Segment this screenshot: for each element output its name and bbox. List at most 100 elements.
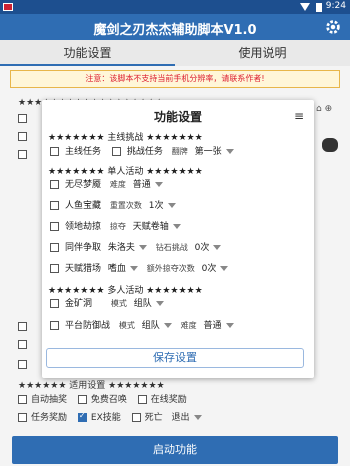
status-time: 9:24	[325, 1, 346, 11]
territory-label: 领地劫掠	[65, 222, 102, 232]
dropdown-arrow-icon	[225, 149, 234, 154]
background-row	[18, 150, 31, 160]
app-title: 魔剑之刃杰杰辅助脚本V1.0	[93, 23, 257, 38]
dropdown-arrow-icon	[155, 301, 164, 306]
diamond-select[interactable]: 0次	[191, 243, 222, 253]
tab-instructions[interactable]: 使用说明	[175, 40, 350, 66]
contest-row: 同伴争取 朱洛夫 钻石挑战 0次	[50, 241, 222, 255]
side-icons: ⌂ ⊕	[316, 104, 333, 114]
mode-select-value: 组队	[133, 299, 152, 309]
wujin-label: 无尽梦魇	[65, 180, 102, 190]
talent-checkbox[interactable]	[50, 264, 59, 273]
dialog-title: 功能设置	[153, 110, 202, 124]
warning-notice: 注意：该脚本不支持当前手机分辨率，请联系作者!	[10, 70, 340, 88]
background-row	[18, 340, 31, 350]
checkbox[interactable]	[18, 340, 27, 349]
difficulty-select[interactable]: 普通	[129, 180, 163, 190]
death-select[interactable]: 退出	[172, 413, 202, 423]
death-label: 死亡	[144, 413, 163, 423]
save-settings-button[interactable]: 保存设置	[46, 348, 304, 368]
dropdown-arrow-icon	[213, 245, 222, 250]
wujin-checkbox[interactable]	[50, 180, 59, 189]
flip-select-value: 第一张	[194, 147, 222, 157]
battery-icon	[316, 3, 322, 12]
auto-lottery-label: 自动抽奖	[31, 395, 68, 405]
status-bar: 9:24	[0, 0, 350, 14]
dropdown-arrow-icon	[167, 203, 176, 208]
challenge-task-checkbox[interactable]	[111, 147, 121, 156]
background-row	[18, 322, 31, 332]
contest-checkbox[interactable]	[50, 243, 59, 252]
wifi-icon	[300, 3, 310, 11]
menu-icon[interactable]: ≡	[294, 109, 304, 123]
dropdown-arrow-icon	[193, 415, 202, 420]
checkbox[interactable]	[18, 132, 27, 141]
difficulty-select[interactable]: 普通	[200, 321, 234, 331]
main-task-checkbox[interactable]	[50, 147, 59, 156]
gear-icon[interactable]	[324, 18, 342, 36]
flip-select[interactable]: 第一张	[191, 147, 234, 157]
mode-select[interactable]: 组队	[130, 299, 164, 309]
free-summon-checkbox[interactable]	[77, 395, 87, 404]
platform-defense-checkbox[interactable]	[50, 321, 59, 330]
tab-function-settings[interactable]: 功能设置	[0, 40, 175, 66]
checkbox[interactable]	[18, 360, 27, 369]
territory-checkbox[interactable]	[50, 222, 59, 231]
notification-flag-icon	[3, 3, 13, 11]
tab-bar: 功能设置 使用说明	[0, 40, 350, 66]
gold-mine-checkbox[interactable]	[50, 299, 59, 308]
auto-lottery-checkbox[interactable]	[18, 395, 27, 404]
online-reward-checkbox[interactable]	[137, 395, 147, 404]
companion-select-value: 朱洛夫	[107, 243, 135, 253]
checkbox[interactable]	[18, 322, 27, 331]
app-bar: 魔剑之刃杰杰辅助脚本V1.0	[0, 14, 350, 40]
dropdown-arrow-icon	[138, 245, 147, 250]
bottom-options-row-1: 自动抽奖 免费召唤 在线奖励	[18, 392, 187, 405]
mode-label: 模式	[118, 321, 135, 330]
gold-mine-label: 金矿洞	[65, 299, 93, 309]
section-main-challenge: ★★★★★★★ 主线挑战 ★★★★★★★	[48, 133, 203, 143]
platform-defense-row: 平台防御战 模式 组队 难度 普通	[50, 319, 234, 333]
main-task-label: 主线任务	[65, 147, 102, 157]
background-row	[18, 360, 31, 370]
diamond-challenge-label: 钻石挑战	[155, 243, 188, 252]
talent-row: 天赋猎场 嗜血 额外掠夺次数 0次	[50, 262, 229, 276]
contest-label: 同伴争取	[65, 243, 102, 253]
ex-skill-checkbox[interactable]	[77, 411, 87, 422]
main-task-row: 主线任务 挑战任务 翻牌 第一张	[50, 145, 234, 159]
reset-count-select[interactable]: 1次	[145, 201, 176, 211]
checkbox[interactable]	[18, 150, 27, 159]
mermaid-row: 人鱼宝藏 重置次数 1次	[50, 199, 176, 213]
death-checkbox[interactable]	[131, 413, 141, 422]
mode-select[interactable]: 组队	[138, 321, 172, 331]
dropdown-arrow-icon	[129, 266, 138, 271]
wujin-row: 无尽梦魇 难度 普通	[50, 178, 163, 192]
talent-select-value: 嗜血	[107, 264, 126, 274]
task-reward-checkbox[interactable]	[18, 413, 27, 422]
section-single-activity: ★★★★★★★ 单人活动 ★★★★★★★	[48, 167, 203, 177]
settings-dialog: 功能设置 ≡ ★★★★★★★ 主线挑战 ★★★★★★★ 主线任务 挑战任务 翻牌…	[42, 100, 314, 378]
bottom-options-row-2: 任务奖励 EX技能 死亡 退出	[18, 410, 202, 423]
difficulty-select-value: 普通	[203, 321, 222, 331]
platform-defense-label: 平台防御战	[65, 321, 111, 331]
gold-mine-row: 金矿洞 模式 组队	[50, 297, 164, 311]
flip-label: 翻牌	[171, 147, 188, 156]
companion-select[interactable]: 朱洛夫	[104, 243, 147, 253]
difficulty-label: 难度	[180, 321, 197, 330]
reset-count-label: 重置次数	[109, 201, 142, 210]
dropdown-arrow-icon	[225, 323, 234, 328]
floating-bug-icon[interactable]	[322, 138, 338, 152]
checkbox[interactable]	[18, 114, 27, 123]
extra-plunder-value: 0次	[201, 264, 217, 274]
difficulty-select-value: 普通	[132, 180, 151, 190]
dropdown-arrow-icon	[163, 323, 172, 328]
mode-label: 模式	[110, 299, 127, 308]
extra-plunder-select[interactable]: 0次	[198, 264, 229, 274]
plunder-select[interactable]: 天赋卷轴	[129, 222, 181, 232]
reset-count-value: 1次	[148, 201, 164, 211]
start-button[interactable]: 启动功能	[12, 436, 338, 464]
mermaid-checkbox[interactable]	[50, 201, 59, 210]
talent-select[interactable]: 嗜血	[104, 264, 138, 274]
territory-row: 领地劫掠 掠夺 天赋卷轴	[50, 220, 181, 234]
mermaid-label: 人鱼宝藏	[65, 201, 102, 211]
